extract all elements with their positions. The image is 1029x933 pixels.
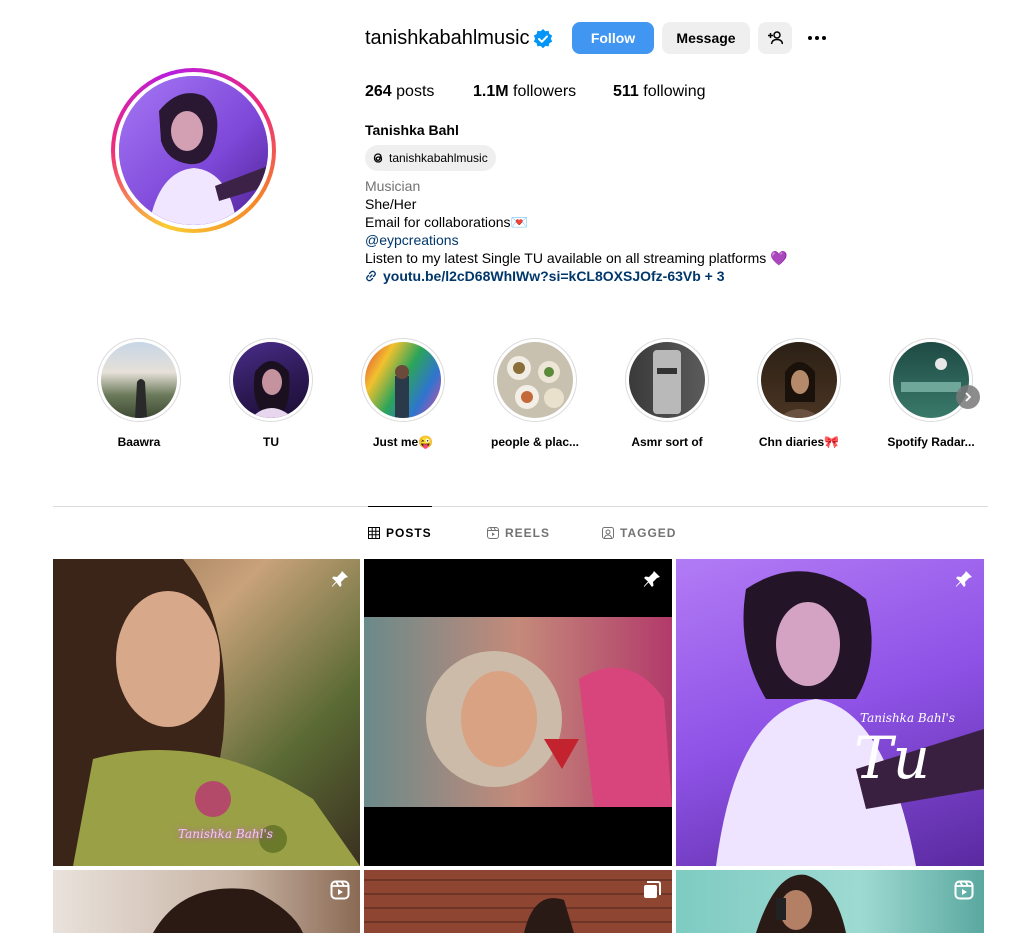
highlight-label: Asmr sort of — [631, 435, 703, 449]
verified-badge-icon — [533, 29, 553, 49]
reel-icon — [954, 880, 974, 900]
post-overlay-title: Tu — [854, 724, 931, 792]
post-image — [153, 888, 303, 933]
highlight-label: Chn diaries🎀 — [758, 435, 840, 449]
highlights-next-button[interactable] — [956, 385, 980, 409]
link-icon — [366, 270, 376, 282]
post-overlay-text: Tanishka Bahl's — [178, 827, 273, 841]
highlight-cover — [629, 342, 705, 418]
highlight-cover — [893, 342, 969, 418]
post-tile[interactable]: Tanishka Bahl's Tu — [676, 559, 984, 866]
full-name: Tanishka Bahl — [365, 122, 459, 138]
external-link[interactable]: youtu.be/l2cD68WhIWw?si=kCL8OXSJOfz-63Vb… — [365, 268, 725, 284]
pin-icon — [332, 571, 348, 587]
posts-stat: 264 posts — [365, 83, 435, 100]
profile-avatar-ring[interactable] — [111, 68, 276, 233]
category-label: Musician — [365, 178, 421, 194]
post-tile[interactable] — [364, 870, 672, 933]
profile-avatar[interactable] — [119, 76, 268, 225]
highlight-label: people & plac... — [490, 435, 580, 449]
chevron-right-icon — [965, 392, 972, 402]
add-user-icon — [768, 31, 783, 45]
bio-mention-link[interactable]: @eypcreations — [365, 232, 459, 248]
highlight-cover — [761, 342, 837, 418]
threads-badge[interactable]: tanishkabahlmusic — [365, 145, 496, 171]
highlight-item[interactable]: Spotify Radar... — [887, 338, 975, 449]
highlight-item[interactable]: TU — [229, 338, 313, 449]
post-image — [53, 559, 360, 866]
post-tile[interactable]: Tanishka Bahl's — [53, 559, 360, 866]
avatar-illustration — [119, 76, 268, 225]
carousel-icon — [644, 881, 661, 898]
highlight-cover — [233, 342, 309, 418]
highlight-label: Baawra — [117, 435, 161, 449]
post-tile[interactable] — [364, 559, 672, 866]
post-overlay-text: Tanishka Bahl's — [860, 711, 955, 725]
follow-button[interactable]: Follow — [572, 22, 654, 54]
suggest-accounts-button[interactable] — [758, 22, 792, 54]
highlight-item[interactable]: Baawra — [97, 338, 181, 449]
post-image — [364, 870, 672, 933]
bio-line: Email for collaborations💌 — [365, 214, 528, 230]
bio-line: She/Her — [365, 196, 417, 212]
external-link-text: youtu.be/l2cD68WhIWw?si=kCL8OXSJOfz-63Vb… — [383, 268, 725, 284]
following-stat[interactable]: 511 following — [613, 83, 706, 101]
username: tanishkabahlmusic — [365, 27, 530, 49]
highlight-cover — [101, 342, 177, 418]
tab-reels[interactable]: REELS — [487, 507, 550, 559]
highlight-cover — [497, 342, 573, 418]
highlight-item[interactable]: Asmr sort of — [625, 338, 709, 449]
followers-stat[interactable]: 1.1M followers — [473, 83, 576, 101]
more-options-icon[interactable] — [804, 26, 830, 50]
pin-icon — [956, 571, 972, 587]
post-tile[interactable] — [676, 870, 984, 933]
highlight-item[interactable]: Chn diaries🎀 — [757, 338, 841, 449]
post-image — [756, 874, 846, 933]
bio-line: Listen to my latest Single TU available … — [365, 250, 788, 266]
pin-icon — [644, 571, 660, 587]
tab-tagged[interactable]: TAGGED — [602, 507, 676, 559]
threads-handle: tanishkabahlmusic — [389, 151, 488, 165]
grid-icon — [368, 526, 380, 539]
highlight-label: Spotify Radar... — [887, 435, 975, 449]
highlight-item[interactable]: people & plac... — [491, 338, 579, 449]
highlight-cover — [365, 342, 441, 418]
threads-icon — [373, 153, 383, 163]
tab-posts[interactable]: POSTS — [368, 506, 432, 558]
message-button[interactable]: Message — [662, 22, 750, 54]
highlight-label: Just me😜 — [372, 435, 434, 449]
reel-icon — [330, 880, 350, 900]
reels-icon — [487, 527, 499, 539]
post-tile[interactable] — [53, 870, 360, 933]
highlight-item[interactable]: Just me😜 — [361, 338, 445, 449]
tagged-icon — [602, 527, 614, 539]
post-image — [364, 617, 672, 807]
highlight-label: TU — [263, 435, 279, 449]
